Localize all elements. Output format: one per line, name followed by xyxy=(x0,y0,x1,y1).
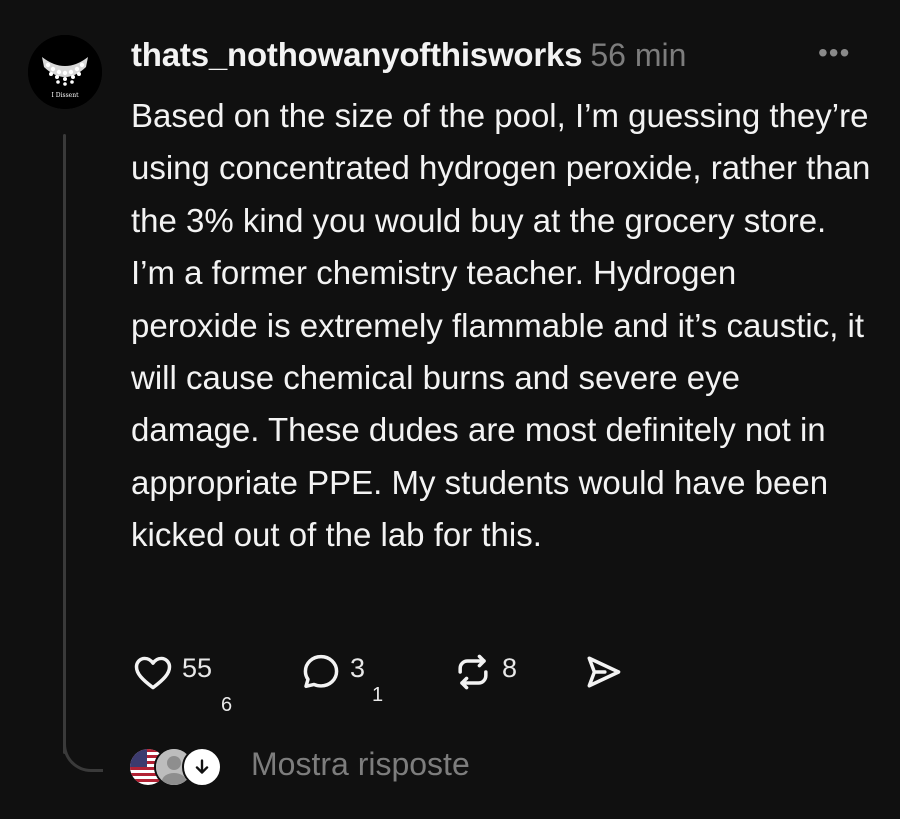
like-count: 55 xyxy=(182,652,213,683)
reply-count-secondary: 1 xyxy=(372,684,384,706)
repost-count: 8 xyxy=(502,652,518,683)
share-button[interactable] xyxy=(581,650,625,694)
show-replies-button[interactable] xyxy=(182,747,222,787)
post-body: Based on the size of the pool, I’m guess… xyxy=(131,97,871,554)
send-icon xyxy=(587,656,621,688)
show-replies-row[interactable]: Mostra risposte xyxy=(128,740,548,790)
like-count-secondary: 6 xyxy=(221,694,233,716)
show-replies-label[interactable]: Mostra risposte xyxy=(251,746,470,783)
avatar-collar-image: I Dissent xyxy=(28,35,102,109)
username[interactable]: thats_nothowanyofthisworks xyxy=(131,36,583,73)
more-options-icon[interactable]: ••• xyxy=(818,39,850,67)
reply-count: 3 xyxy=(350,652,366,683)
post-header: thats_nothowanyofthisworks 56 min xyxy=(131,36,686,74)
avatar-caption: I Dissent xyxy=(52,92,80,99)
thread-line-curve xyxy=(63,720,103,772)
action-bar: 55 6 3 1 8 xyxy=(131,650,651,716)
thread-line xyxy=(63,134,66,754)
arrow-down-icon xyxy=(195,759,209,774)
heart-icon xyxy=(134,656,172,690)
reply-button[interactable]: 3 1 xyxy=(299,650,383,706)
repost-button[interactable]: 8 xyxy=(451,650,517,694)
repost-icon xyxy=(458,654,488,690)
avatar[interactable]: I Dissent xyxy=(28,35,102,109)
comment-bubble-icon xyxy=(303,654,339,689)
like-button[interactable]: 55 6 xyxy=(131,650,232,716)
post-time: 56 min xyxy=(590,37,687,73)
